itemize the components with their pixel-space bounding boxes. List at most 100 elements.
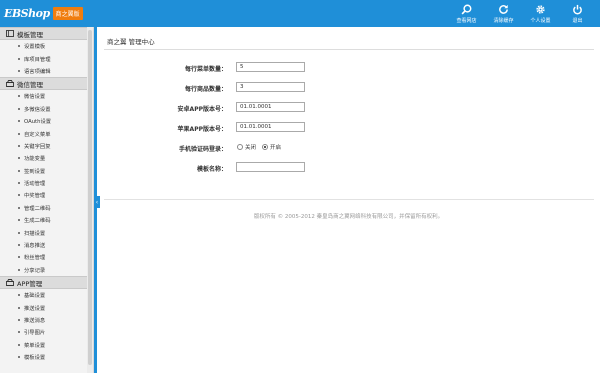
copyright-footer: 版权所有 © 2005-2012 秦皇岛商之翼网络科技有限公司，并保留所有权利。 (253, 214, 444, 220)
menu-per-row-input[interactable] (236, 62, 305, 72)
sidebar-item[interactable]: 引导图片 (0, 326, 87, 338)
sidebar-item[interactable]: 多微信设置 (0, 103, 87, 115)
wechat-icon (6, 80, 14, 88)
logo[interactable]: EBShop 商之翼版 (4, 6, 83, 21)
sidebar-item-label: 活动管理 (24, 181, 46, 188)
bullet-icon (18, 256, 20, 259)
sidebar-scrollbar[interactable] (87, 27, 93, 373)
bullet-icon (18, 331, 20, 334)
sidebar-item-label: 生成二维码 (24, 218, 51, 225)
sidebar-group-app[interactable]: APP管理 (0, 276, 87, 290)
sidebar-item[interactable]: 消息推送 (0, 239, 87, 251)
sidebar-item-label: 关键字回复 (24, 143, 51, 150)
iphone-version-input[interactable] (236, 122, 305, 132)
sms-login-label: 手机验证码登录： (178, 146, 227, 153)
bullet-icon (18, 343, 20, 346)
sidebar-item[interactable]: 关键字回复 (0, 140, 87, 152)
sidebar-item-label: 分享记录 (24, 267, 46, 274)
sidebar-item-label: 管理二维码 (24, 205, 51, 212)
sidebar-item[interactable]: 语言项编辑 (0, 65, 87, 77)
sidebar-item[interactable]: OAuth设置 (0, 115, 87, 127)
bullet-icon (18, 45, 20, 48)
template-name-input[interactable] (236, 162, 305, 172)
sidebar-item[interactable]: 推送消息 (0, 314, 87, 326)
sidebar-item-label: 自定义菜单 (24, 131, 51, 138)
app-icon (6, 279, 14, 286)
bullet-icon (18, 194, 20, 197)
sidebar-item[interactable]: 功能变量 (0, 152, 87, 164)
sidebar-item[interactable]: 签到设置 (0, 165, 87, 177)
goods-per-row-input[interactable] (236, 82, 305, 92)
divider (104, 49, 594, 50)
clear-cache-label: 清除缓存 (493, 17, 514, 24)
sidebar-item-label: 扫描设置 (24, 230, 46, 237)
sidebar-item[interactable]: 库项目管理 (0, 52, 87, 64)
sidebar-item[interactable]: 基础设置 (0, 289, 87, 301)
logout-button[interactable]: 退出 (559, 0, 596, 27)
clear-cache-button[interactable]: 清除缓存 (485, 0, 522, 27)
personal-settings-button[interactable]: 个人设置 (522, 0, 559, 27)
sms-login-on-radio[interactable] (262, 144, 269, 150)
sidebar-item-label: 签到设置 (24, 168, 46, 175)
android-version-label: 安卓APP版本号： (177, 106, 227, 113)
sidebar-item[interactable]: 自定义菜单 (0, 127, 87, 139)
sidebar-item[interactable]: 扫描设置 (0, 226, 87, 238)
personal-settings-label: 个人设置 (530, 17, 551, 24)
top-header: EBShop 商之翼版 查看网店 清除缓存 个人设置 退出 (0, 0, 600, 27)
sidebar-item[interactable]: 菜单设置 (0, 339, 87, 351)
bullet-icon (18, 268, 20, 271)
sidebar-item[interactable]: 管理二维码 (0, 202, 87, 214)
sidebar-item[interactable]: 设置模板 (0, 40, 87, 52)
sidebar-group-label: 微信管理 (17, 80, 43, 89)
sidebar: 模板管理 设置模板 库项目管理 语言项编辑 微信管理 微信设置 多微信设置 OA… (0, 27, 94, 373)
sidebar-item-label: 微信设置 (24, 94, 46, 101)
template-name-label: 模板名称： (196, 166, 227, 173)
view-shop-button[interactable]: 查看网店 (448, 0, 485, 27)
sidebar-item-label: 引导图片 (24, 330, 46, 337)
main-content: 商之翼 管理中心 每行菜单数量： 每行商品数量： 安卓APP版本号： 苹果APP… (97, 27, 600, 373)
android-version-input[interactable] (236, 102, 305, 112)
bullet-icon (18, 182, 20, 185)
breadcrumb: 商之翼 管理中心 (107, 38, 155, 46)
sidebar-item-label: 语言项编辑 (24, 68, 51, 75)
goods-per-row-row: 每行商品数量： (97, 82, 600, 94)
sidebar-item-label: 菜单设置 (24, 342, 46, 349)
template-icon (6, 30, 14, 37)
sms-login-radio-group: 关闭 开启 (237, 143, 287, 151)
bullet-icon (18, 132, 20, 135)
menu-per-row-label: 每行菜单数量： (184, 66, 227, 73)
sidebar-item[interactable]: 推送设置 (0, 301, 87, 313)
iphone-version-row: 苹果APP版本号： (97, 122, 600, 134)
sidebar-item-label: 模板设置 (24, 355, 46, 362)
sidebar-item-label: 推送消息 (24, 318, 46, 324)
bullet-icon (18, 294, 20, 297)
logo-text: EBShop (4, 7, 50, 20)
bullet-icon (18, 306, 20, 309)
bullet-icon (18, 319, 20, 321)
refresh-icon (499, 4, 508, 14)
sidebar-item-label: 粉丝管理 (24, 255, 46, 262)
sidebar-item-label: 中奖管理 (24, 193, 46, 200)
sidebar-item[interactable]: 生成二维码 (0, 214, 87, 226)
sms-login-on-label[interactable]: 开启 (270, 143, 281, 151)
sidebar-item[interactable]: 模板设置 (0, 351, 87, 363)
edition-badge: 商之翼版 (52, 7, 83, 20)
goods-per-row-label: 每行商品数量： (184, 86, 227, 93)
sidebar-group-wechat[interactable]: 微信管理 (0, 77, 87, 91)
sms-login-row: 手机验证码登录： 关闭 开启 (97, 142, 600, 154)
sms-login-off-radio[interactable] (237, 144, 243, 150)
scrollbar-thumb[interactable] (88, 30, 92, 365)
sidebar-group-label: APP管理 (17, 279, 43, 288)
menu-per-row-row: 每行菜单数量： (97, 62, 600, 74)
bullet-icon (18, 69, 20, 72)
iphone-version-label: 苹果APP版本号： (177, 126, 227, 133)
sidebar-item[interactable]: 中奖管理 (0, 189, 87, 201)
sidebar-item[interactable]: 分享记录 (0, 264, 87, 276)
sidebar-item[interactable]: 粉丝管理 (0, 251, 87, 263)
sidebar-item[interactable]: 活动管理 (0, 177, 87, 189)
bullet-icon (18, 144, 20, 147)
bullet-icon (18, 169, 20, 172)
sms-login-off-label[interactable]: 关闭 (245, 143, 256, 151)
sidebar-item[interactable]: 微信设置 (0, 90, 87, 102)
sidebar-group-template[interactable]: 模板管理 (0, 27, 87, 40)
